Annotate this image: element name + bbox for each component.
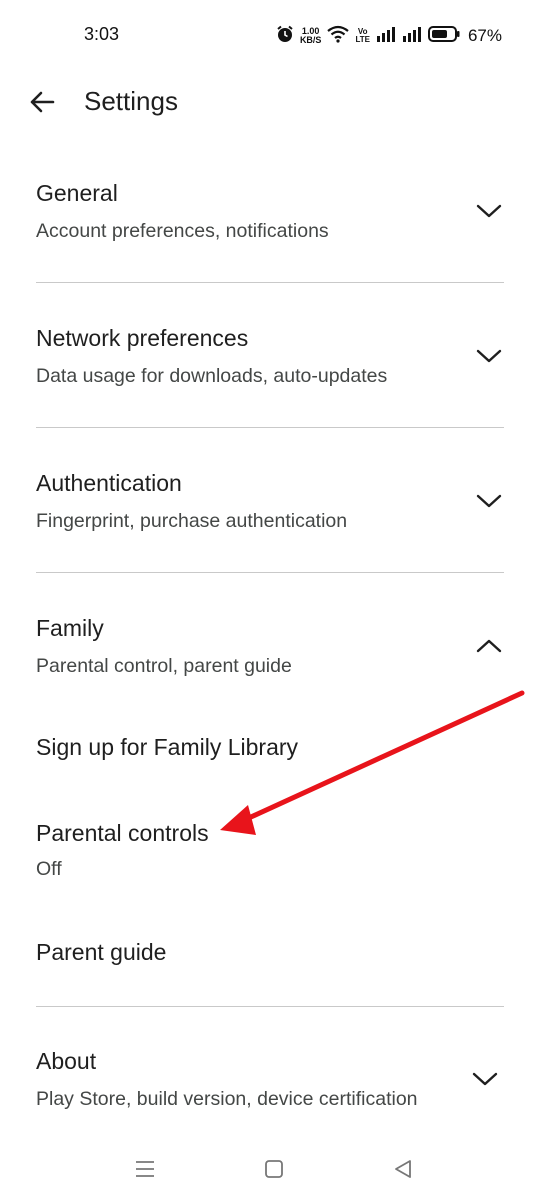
annotation-arrow-head	[220, 805, 256, 835]
chevron-up-icon[interactable]	[474, 631, 504, 661]
square-icon	[263, 1158, 285, 1185]
divider	[36, 572, 504, 573]
section-subtitle: Play Store, build version, device certif…	[36, 1088, 418, 1110]
chevron-down-icon[interactable]	[474, 341, 504, 371]
arrow-left-icon	[28, 88, 56, 121]
back-nav-button[interactable]	[388, 1156, 418, 1186]
page-title: Settings	[84, 86, 178, 116]
section-family[interactable]: Family Parental control, parent guide	[36, 605, 506, 685]
parental-controls-title: Parental controls	[36, 820, 209, 846]
section-title: Family	[36, 615, 104, 641]
section-general[interactable]: General Account preferences, notificatio…	[36, 170, 506, 282]
menu-nav-button[interactable]	[130, 1156, 160, 1186]
back-button[interactable]	[22, 84, 62, 124]
divider	[36, 282, 504, 283]
network-speed: 1.00 KB/S	[299, 26, 322, 45]
section-title: About	[36, 1048, 97, 1074]
signal-icon-sim1	[376, 26, 396, 47]
alarm-icon	[276, 25, 294, 48]
app-header: Settings	[0, 72, 540, 134]
section-network-preferences[interactable]: Network preferences Data usage for downl…	[36, 315, 506, 427]
section-title: Authentication	[36, 470, 182, 496]
parent-guide-item[interactable]: Parent guide	[36, 939, 166, 966]
section-subtitle: Fingerprint, purchase authentication	[36, 510, 348, 532]
status-icons: 1.00 KB/S Vo LTE 67%	[276, 24, 502, 48]
system-nav-bar	[0, 1148, 540, 1200]
section-title: Network preferences	[36, 325, 249, 351]
parental-controls-value: Off	[36, 858, 62, 880]
section-about[interactable]: About Play Store, build version, device …	[36, 1038, 506, 1138]
menu-icon	[134, 1159, 156, 1184]
section-subtitle: Account preferences, notifications	[36, 220, 329, 242]
divider	[36, 427, 504, 428]
home-nav-button[interactable]	[259, 1156, 289, 1186]
status-bar: 3:03 1.00 KB/S Vo LTE 67%	[0, 0, 540, 72]
family-library-item[interactable]: Sign up for Family Library	[36, 734, 298, 761]
volte-indicator: Vo LTE	[355, 27, 370, 44]
battery-icon	[427, 25, 460, 47]
section-authentication[interactable]: Authentication Fingerprint, purchase aut…	[36, 460, 506, 572]
signal-icon-sim2	[402, 26, 422, 47]
section-subtitle: Data usage for downloads, auto-updates	[36, 365, 388, 387]
battery-percent: 67%	[467, 26, 502, 45]
chevron-down-icon[interactable]	[474, 196, 504, 226]
status-time: 3:03	[84, 24, 120, 44]
section-subtitle: Parental control, parent guide	[36, 655, 292, 677]
section-title: General	[36, 180, 118, 206]
chevron-down-icon[interactable]	[474, 486, 504, 516]
divider	[36, 1006, 504, 1007]
wifi-icon	[327, 25, 350, 48]
chevron-down-icon[interactable]	[470, 1064, 500, 1094]
triangle-back-icon	[392, 1158, 414, 1185]
